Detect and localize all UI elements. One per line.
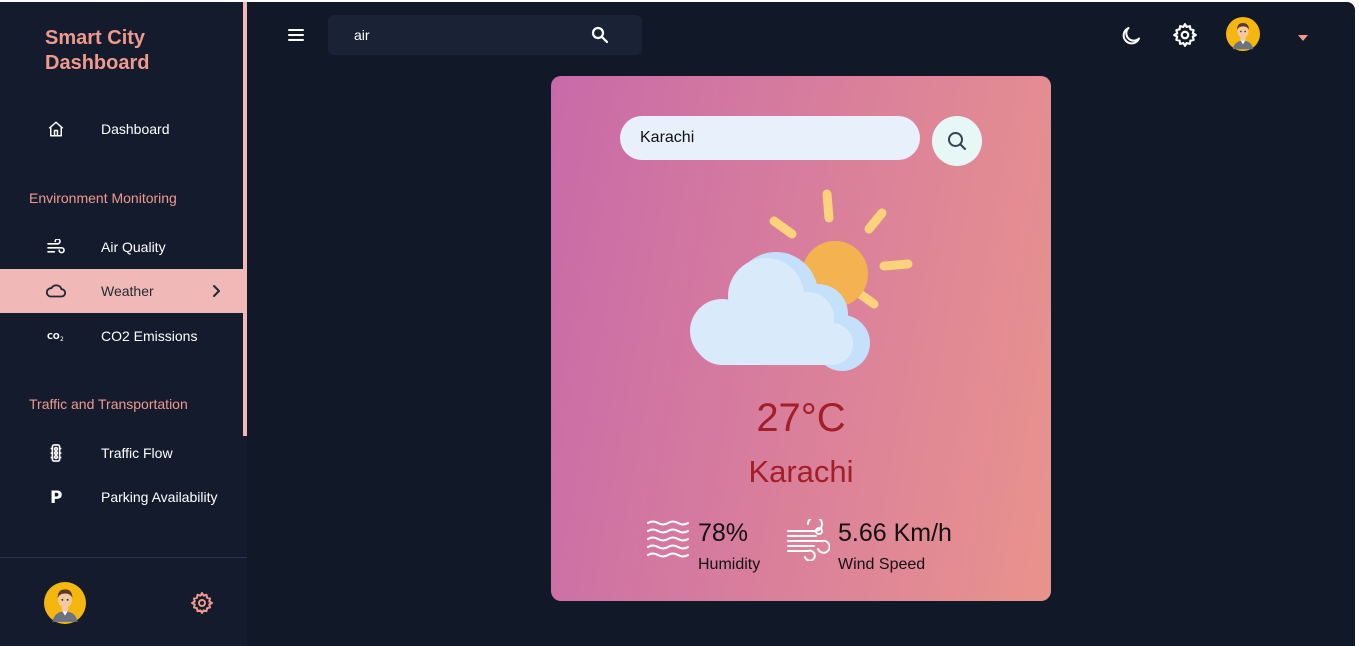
app-window: Smart City Dashboard Dashboard Environme… xyxy=(0,2,1355,646)
sidebar-item-traffic-flow[interactable]: Traffic Flow xyxy=(0,431,243,475)
search-icon xyxy=(948,132,966,150)
humidity-label: Humidity xyxy=(698,556,761,573)
humidity-icon xyxy=(646,519,690,559)
section-title-traffic: Traffic and Transportation xyxy=(29,396,188,412)
city-search-input[interactable] xyxy=(620,116,920,160)
search-input[interactable] xyxy=(352,26,586,44)
sidebar-item-label: Parking Availability xyxy=(101,489,218,505)
sidebar-item-co2-emissions[interactable]: CO 2 CO2 Emissions xyxy=(0,314,243,358)
home-icon xyxy=(45,118,67,140)
moon-icon[interactable] xyxy=(1119,24,1143,48)
sidebar-item-label: Weather xyxy=(101,283,154,299)
sidebar-item-label: Air Quality xyxy=(101,239,166,255)
hamburger-menu-icon[interactable] xyxy=(285,24,307,46)
settings-gear-icon[interactable] xyxy=(1172,22,1198,48)
wind-speed-icon xyxy=(786,516,831,562)
weather-card: 27°C Karachi 78% Humidity 5.66 Km/h xyxy=(551,76,1051,601)
svg-text:2: 2 xyxy=(60,336,64,342)
sidebar-item-label: CO2 Emissions xyxy=(101,328,198,344)
sidebar-divider xyxy=(0,557,247,558)
chevron-right-icon xyxy=(208,283,224,299)
co2-icon: CO 2 xyxy=(45,325,67,347)
wind-speed-value: 5.66 Km/h xyxy=(838,519,952,547)
partly-cloudy-icon xyxy=(686,186,916,371)
sidebar-item-label: Dashboard xyxy=(101,121,170,137)
sidebar: Smart City Dashboard Dashboard Environme… xyxy=(0,2,247,646)
sidebar-scrollbar[interactable] xyxy=(243,2,247,436)
humidity-value: 78% xyxy=(698,519,749,547)
brand-line-2: Dashboard xyxy=(45,52,150,74)
svg-text:CO: CO xyxy=(47,332,60,341)
caret-down-icon[interactable] xyxy=(1296,30,1310,41)
wind-speed-label: Wind Speed xyxy=(838,556,926,573)
wind-icon xyxy=(45,236,67,258)
user-avatar[interactable] xyxy=(1226,17,1260,51)
sidebar-item-parking[interactable]: P Parking Availability xyxy=(0,475,243,519)
svg-text:P: P xyxy=(50,488,62,506)
search-bar[interactable] xyxy=(328,15,642,55)
traffic-light-icon xyxy=(45,442,67,464)
sidebar-item-label: Traffic Flow xyxy=(101,445,173,461)
parking-icon: P xyxy=(45,486,67,508)
sidebar-item-air-quality[interactable]: Air Quality xyxy=(0,225,243,269)
sidebar-item-dashboard[interactable]: Dashboard xyxy=(0,107,243,151)
sidebar-item-weather[interactable]: Weather xyxy=(0,269,243,313)
city-search-button[interactable] xyxy=(932,116,982,166)
gear-icon[interactable] xyxy=(190,591,214,615)
temperature-value: 27°C xyxy=(756,396,846,440)
brand-line-1: Smart City xyxy=(45,27,146,49)
search-icon[interactable] xyxy=(590,25,610,45)
cloud-icon xyxy=(45,280,67,302)
city-name: Karachi xyxy=(748,454,854,489)
avatar[interactable] xyxy=(44,582,86,624)
brand-title[interactable]: Smart City Dashboard xyxy=(45,26,225,76)
section-title-environment: Environment Monitoring xyxy=(29,190,177,206)
